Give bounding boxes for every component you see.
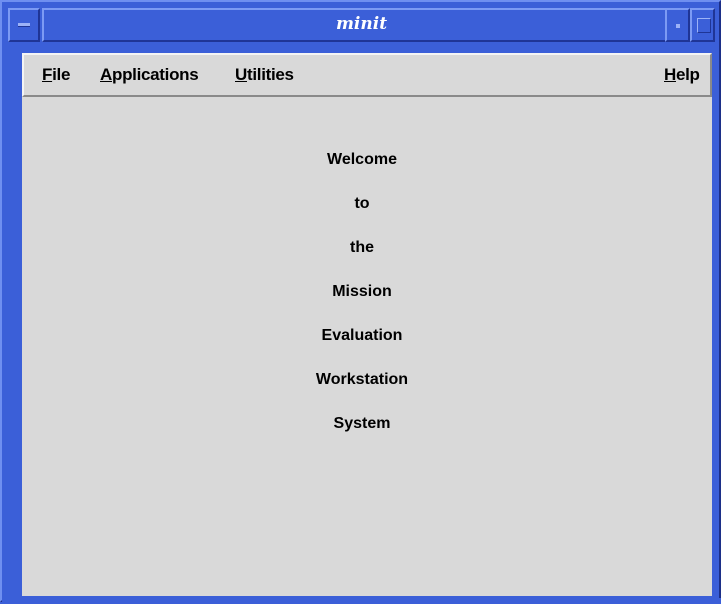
welcome-line: Evaluation (321, 327, 403, 344)
menu-applications-mnemonic: A (100, 65, 112, 84)
welcome-line: System (333, 415, 391, 432)
menu-bar: File Applications Utilities Help (22, 53, 712, 97)
welcome-message: Welcome to the Mission Evaluation Workst… (2, 150, 721, 458)
welcome-line: to (354, 195, 370, 212)
welcome-line: the (350, 239, 374, 256)
menu-file-label: ile (52, 65, 71, 84)
menu-file-mnemonic: F (42, 65, 53, 84)
menu-utilities-mnemonic: U (235, 65, 247, 84)
welcome-line: Mission (332, 283, 392, 300)
menu-applications-label: pplications (111, 65, 199, 84)
window-menu-button[interactable] (8, 8, 40, 42)
menu-help-label: elp (675, 65, 700, 84)
menu-help-mnemonic: H (664, 65, 676, 84)
title-bar[interactable]: minit (8, 8, 715, 42)
window-title[interactable]: minit (42, 8, 681, 42)
window-bottom-border[interactable] (2, 598, 721, 604)
menu-applications[interactable]: Applications (100, 65, 199, 85)
maximize-button[interactable] (690, 8, 715, 42)
minimize-button[interactable] (665, 8, 690, 42)
application-window: minit File Applications Utilities Help W… (0, 0, 721, 604)
minimize-icon (676, 24, 680, 28)
menu-file[interactable]: File (42, 65, 70, 85)
welcome-line: Welcome (327, 151, 397, 168)
window-menu-icon (18, 23, 30, 27)
menu-utilities[interactable]: Utilities (235, 65, 294, 85)
maximize-icon (697, 18, 711, 33)
menu-utilities-label: tilities (246, 65, 294, 84)
menu-help[interactable]: Help (664, 65, 700, 85)
welcome-line: Workstation (315, 371, 409, 388)
